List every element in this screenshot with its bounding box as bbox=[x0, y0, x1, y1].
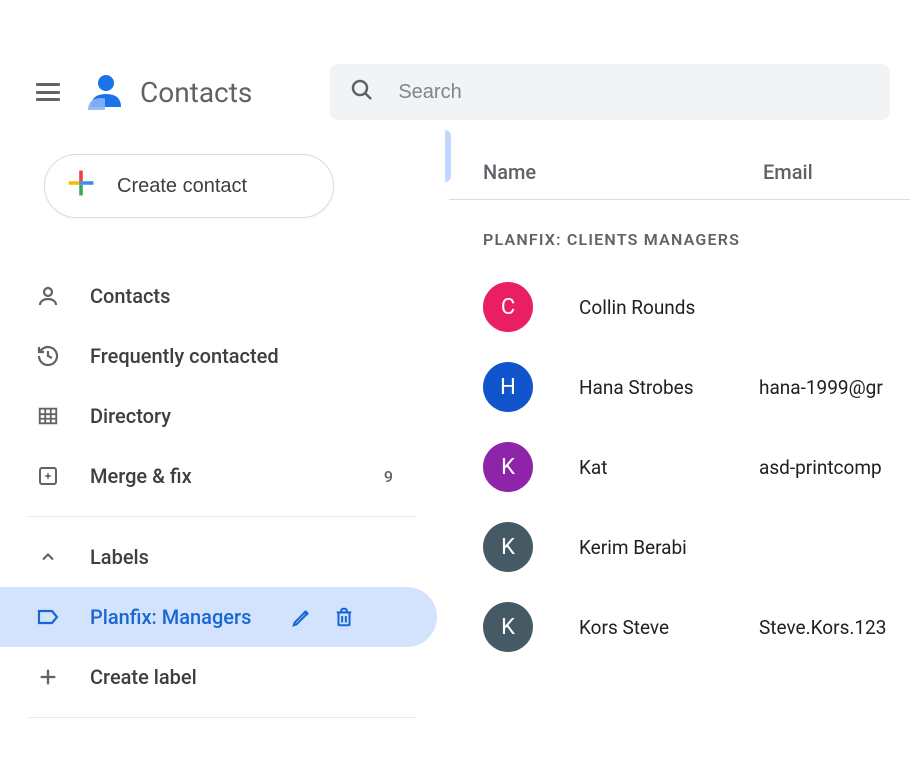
contact-email: Steve.Kors.123 bbox=[759, 616, 886, 639]
divider bbox=[28, 516, 417, 517]
create-contact-label: Create contact bbox=[117, 175, 247, 198]
contact-row[interactable]: C Collin Rounds bbox=[449, 267, 910, 347]
label-text: Planfix: Managers bbox=[90, 605, 260, 629]
nav-directory[interactable]: Directory bbox=[0, 386, 437, 446]
label-icon bbox=[36, 605, 60, 629]
plus-icon bbox=[36, 665, 60, 689]
contact-email: asd-printcomp bbox=[759, 456, 882, 479]
labels-header: Labels bbox=[90, 545, 149, 569]
contact-email: hana-1999@gr bbox=[759, 376, 883, 399]
create-label-button[interactable]: Create label bbox=[0, 647, 437, 707]
create-contact-button[interactable]: Create contact bbox=[44, 154, 334, 218]
nav-frequent[interactable]: Frequently contacted bbox=[0, 326, 437, 386]
contact-name: Collin Rounds bbox=[579, 296, 759, 319]
nav-merge-fix[interactable]: Merge & fix 9 bbox=[0, 446, 437, 506]
contact-row[interactable]: H Hana Strobeshana-1999@gr bbox=[449, 347, 910, 427]
avatar: H bbox=[483, 362, 533, 412]
contact-name: Kerim Berabi bbox=[579, 536, 759, 559]
avatar: K bbox=[483, 602, 533, 652]
plus-multicolor-icon bbox=[65, 167, 97, 205]
nav-contacts[interactable]: Contacts bbox=[0, 266, 437, 326]
contact-row[interactable]: K Kerim Berabi bbox=[449, 507, 910, 587]
avatar: C bbox=[483, 282, 533, 332]
person-icon bbox=[36, 284, 60, 308]
pencil-icon[interactable] bbox=[290, 605, 314, 629]
divider bbox=[28, 717, 417, 718]
topbar: Contacts bbox=[0, 60, 910, 124]
search-icon bbox=[350, 78, 374, 106]
sparkle-icon bbox=[36, 464, 60, 488]
labels-section-toggle[interactable]: Labels bbox=[0, 527, 437, 587]
search-bar[interactable] bbox=[330, 64, 890, 120]
section-title: PLANFIX: CLIENTS MANAGERS bbox=[449, 200, 910, 267]
history-icon bbox=[36, 344, 60, 368]
nav-label: Contacts bbox=[90, 284, 170, 308]
contacts-logo-icon bbox=[84, 72, 124, 112]
contact-row[interactable]: K Kors SteveSteve.Kors.123 bbox=[449, 587, 910, 667]
label-item-planfix-managers[interactable]: Planfix: Managers bbox=[0, 587, 437, 647]
trash-icon[interactable] bbox=[332, 605, 356, 629]
create-label-text: Create label bbox=[90, 665, 197, 689]
sidebar: Create contact Contacts bbox=[0, 124, 445, 780]
building-icon bbox=[36, 404, 60, 428]
avatar: K bbox=[483, 442, 533, 492]
contact-name: Kors Steve bbox=[579, 616, 759, 639]
column-headers: Name Email bbox=[449, 144, 910, 200]
column-header-email[interactable]: Email bbox=[763, 160, 813, 184]
search-input[interactable] bbox=[398, 81, 870, 104]
menu-icon[interactable] bbox=[36, 80, 60, 104]
merge-fix-count: 9 bbox=[384, 467, 393, 486]
avatar: K bbox=[483, 522, 533, 572]
main-panel: Name Email PLANFIX: CLIENTS MANAGERS C Co… bbox=[445, 124, 910, 780]
logo[interactable]: Contacts bbox=[84, 72, 252, 112]
contact-row[interactable]: K Katasd-printcomp bbox=[449, 427, 910, 507]
contact-list: C Collin Rounds H Hana Strobeshana-1999@gr K… bbox=[449, 267, 910, 667]
nav-label: Merge & fix bbox=[90, 464, 192, 488]
selection-indicator bbox=[445, 130, 451, 182]
app-title: Contacts bbox=[140, 76, 252, 109]
chevron-up-icon bbox=[36, 545, 60, 569]
nav-label: Directory bbox=[90, 404, 171, 428]
nav-label: Frequently contacted bbox=[90, 344, 279, 368]
contact-name: Kat bbox=[579, 456, 759, 479]
contact-name: Hana Strobes bbox=[579, 376, 759, 399]
column-header-name[interactable]: Name bbox=[483, 160, 763, 184]
